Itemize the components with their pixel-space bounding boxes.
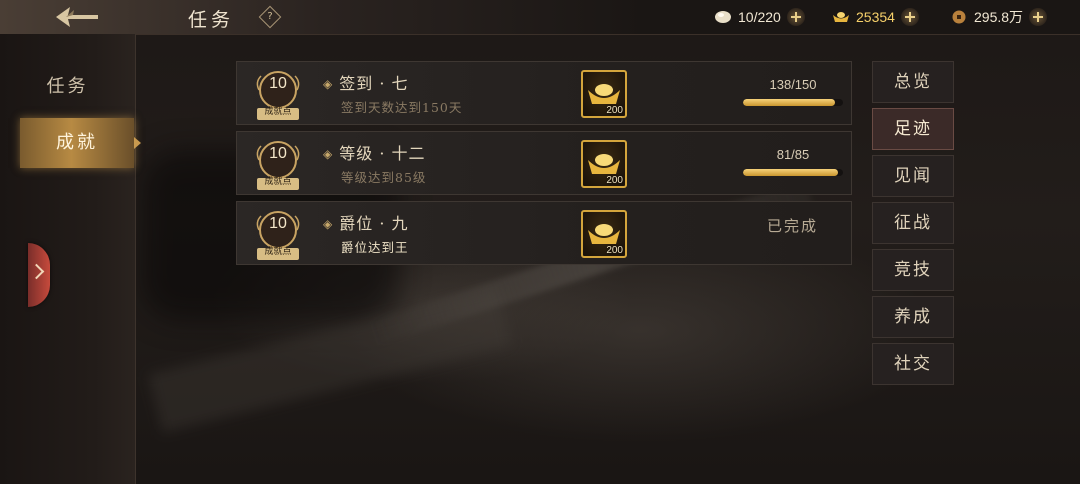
help-icon: ?	[267, 11, 273, 22]
gold-ingot-icon	[833, 12, 849, 22]
achievement-row: 10 成就点 签到 · 七 签到天数达到150天 200 138/150	[236, 61, 852, 125]
left-nav-achievements[interactable]: 成就	[20, 118, 141, 168]
page-title: 任务	[188, 9, 235, 31]
reward-item[interactable]: 200	[581, 70, 627, 118]
category-battle[interactable]: 征战	[872, 202, 954, 244]
completed-status: 已完成	[767, 217, 819, 235]
reward-count: 200	[606, 175, 623, 186]
category-growth[interactable]: 养成	[872, 296, 954, 338]
progress-bar	[743, 99, 843, 106]
achievement-description: 爵位达到王	[341, 240, 409, 255]
resource-gold: 25354	[832, 7, 919, 27]
back-arrow-icon	[56, 7, 98, 27]
achievement-row: 10 成就点 等级 · 十二 等级达到85级 200 81/85	[236, 131, 852, 195]
achievement-points: 10	[269, 145, 287, 162]
left-nav: 任务 成就	[0, 34, 141, 484]
category-overview[interactable]: 总览	[872, 61, 954, 103]
back-button[interactable]	[52, 4, 102, 30]
achievement-title: 爵位 · 九	[323, 210, 409, 234]
progress-bar	[743, 169, 843, 176]
add-gold-button[interactable]	[900, 8, 919, 26]
resource-coin: 295.8万	[950, 7, 1048, 27]
coin-icon	[952, 10, 966, 24]
resource-food-value: 10/220	[738, 9, 781, 25]
add-food-button[interactable]	[786, 8, 805, 26]
help-button[interactable]: ?	[258, 5, 282, 29]
add-coin-button[interactable]	[1029, 8, 1048, 26]
achievement-points-label: 成就点	[264, 177, 292, 187]
category-arena[interactable]: 竞技	[872, 249, 954, 291]
reward-count: 200	[606, 245, 623, 256]
resource-coin-value: 295.8万	[974, 9, 1024, 25]
achievement-points-label: 成就点	[264, 247, 292, 257]
achievement-points: 10	[269, 75, 287, 92]
reward-item[interactable]: 200	[581, 210, 627, 258]
achievement-title: 等级 · 十二	[323, 140, 426, 164]
category-social[interactable]: 社交	[872, 343, 954, 385]
category-knowledge[interactable]: 见闻	[872, 155, 954, 197]
resource-food: 10/220	[714, 7, 805, 27]
progress-fill	[743, 169, 839, 176]
achievement-points: 10	[269, 215, 287, 232]
chevron-right-icon	[28, 263, 45, 280]
progress-text: 81/85	[776, 147, 810, 162]
category-footprints[interactable]: 足迹	[872, 108, 954, 150]
achievement-description: 等级达到85级	[341, 170, 427, 185]
resource-gold-value: 25354	[856, 9, 895, 25]
achievement-row: 10 成就点 爵位 · 九 爵位达到王 200 已完成	[236, 201, 852, 265]
reward-item[interactable]: 200	[581, 140, 627, 188]
background-table	[148, 287, 512, 433]
achievement-description: 签到天数达到150天	[341, 100, 463, 115]
achievement-title: 签到 · 七	[323, 70, 409, 94]
progress-text: 138/150	[769, 77, 817, 92]
progress-fill	[743, 99, 835, 106]
reward-count: 200	[606, 105, 623, 116]
top-bar: 任务 ? 10/220 25354 295.8万	[0, 0, 1080, 35]
achievement-points-label: 成就点	[264, 107, 292, 117]
left-nav-tasks[interactable]: 任务	[0, 62, 135, 112]
food-icon	[715, 11, 731, 23]
